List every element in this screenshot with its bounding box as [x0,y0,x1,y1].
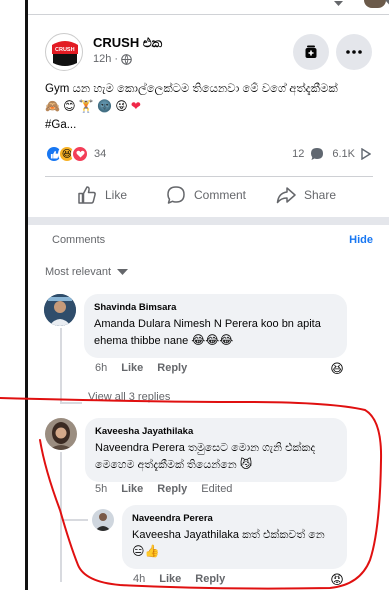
hand-drawn-annotation [0,397,383,590]
